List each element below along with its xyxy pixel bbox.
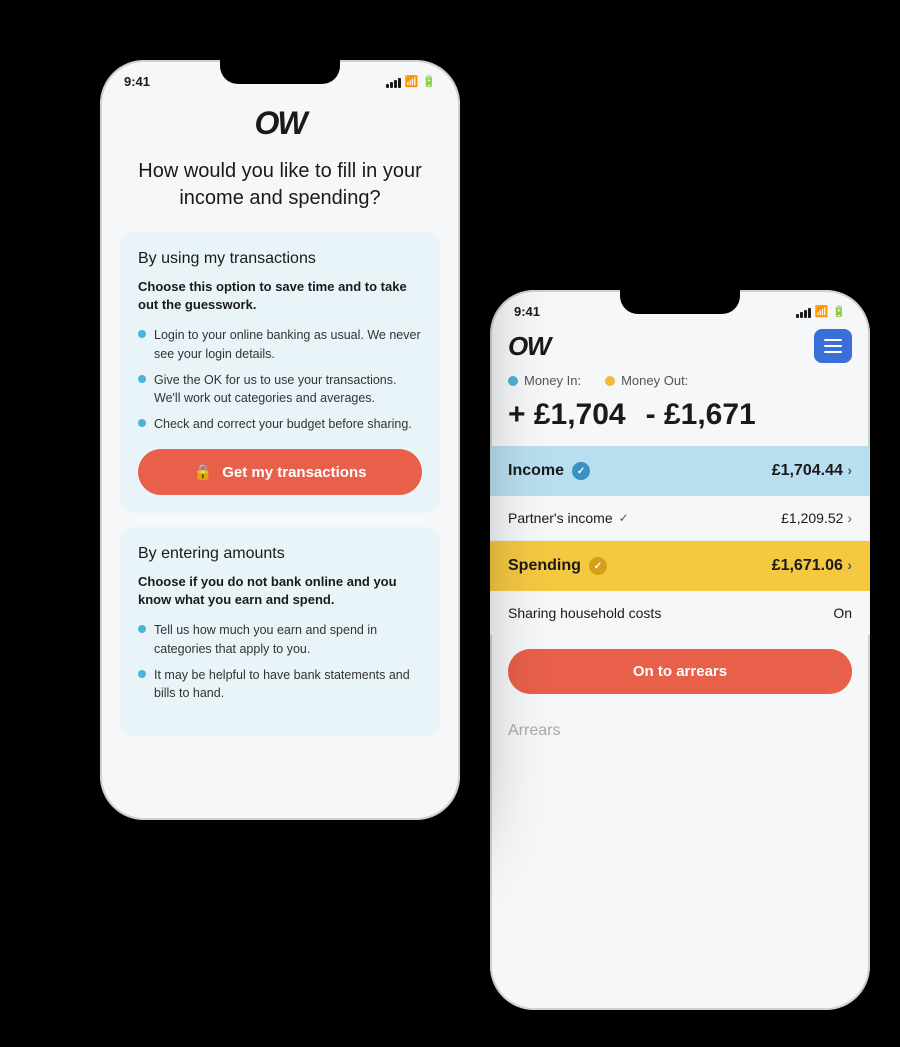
phone2-header: OW (490, 319, 870, 373)
spending-left: Spending ✓ (508, 557, 607, 575)
check-icon: ✓ (572, 462, 590, 480)
money-labels: Money In: Money Out: (490, 373, 870, 394)
list-item: Tell us how much you earn and spend in c… (138, 621, 422, 657)
sharing-household-row[interactable]: Sharing household costs On (490, 591, 870, 635)
money-out-label: Money Out: (605, 373, 688, 388)
phone2-time: 9:41 (514, 304, 540, 319)
money-amounts: + £1,704 - £1,671 (490, 394, 870, 446)
partner-label-group: Partner's income ✓ (508, 510, 629, 526)
chevron-right-icon: › (847, 510, 852, 526)
option1-bullet-list: Login to your online banking as usual. W… (138, 326, 422, 433)
bullet-dot-icon (138, 330, 146, 338)
option1-title: By using my transactions (138, 250, 422, 268)
hamburger-line (824, 345, 842, 347)
spending-amount: £1,671.06 › (772, 557, 852, 575)
partner-amount: £1,209.52 › (781, 510, 852, 526)
on-to-arrears-button[interactable]: On to arrears (508, 649, 852, 694)
app-logo2: OW (508, 331, 550, 362)
app-logo: OW (120, 105, 440, 142)
spending-section: Spending ✓ £1,671.06 › (490, 541, 870, 591)
phone2: 9:41 📶 🔋 OW Money In: Money Out: (490, 290, 870, 1010)
list-item: Give the OK for us to use your transacti… (138, 371, 422, 407)
option-transactions-card: By using my transactions Choose this opt… (120, 232, 440, 513)
income-label: Income (508, 462, 564, 480)
wifi-icon: 📶 (815, 305, 829, 318)
phone1-time: 9:41 (124, 74, 150, 89)
bullet-dot-icon (138, 670, 146, 678)
option1-subtitle: Choose this option to save time and to t… (138, 278, 422, 314)
money-in-label: Money In: (508, 373, 581, 388)
phone2-status-icons: 📶 🔋 (796, 305, 846, 318)
partner-label: Partner's income (508, 510, 613, 526)
signal-icon (796, 306, 811, 318)
chevron-right-icon: › (847, 557, 852, 573)
phone1-status-icons: 📶 🔋 (386, 75, 436, 88)
option2-bullet-list: Tell us how much you earn and spend in c… (138, 621, 422, 702)
check-icon-yellow: ✓ (589, 557, 607, 575)
signal-icon (386, 76, 401, 88)
spending-label: Spending (508, 557, 581, 575)
money-out-dot (605, 376, 615, 386)
bullet-dot-icon (138, 375, 146, 383)
income-section: Income ✓ £1,704.44 › (490, 446, 870, 496)
check-small-icon: ✓ (619, 511, 629, 525)
hamburger-line (824, 351, 842, 353)
amount-in: + £1,704 (508, 398, 626, 432)
amount-out: - £1,671 (646, 398, 756, 432)
hamburger-line (824, 339, 842, 341)
list-item: It may be helpful to have bank statement… (138, 666, 422, 702)
bullet-dot-icon (138, 625, 146, 633)
income-amount: £1,704.44 › (772, 462, 852, 480)
chevron-right-icon: › (847, 462, 852, 478)
phone1-content: OW How would you like to fill in your in… (100, 89, 460, 770)
wifi-icon: 📶 (405, 75, 419, 88)
partner-income-row[interactable]: Partner's income ✓ £1,209.52 › (490, 496, 870, 541)
list-item: Login to your online banking as usual. W… (138, 326, 422, 362)
sharing-label: Sharing household costs (508, 605, 661, 621)
battery-icon: 🔋 (422, 75, 436, 88)
phone1: 9:41 📶 🔋 OW How would you like to fill i… (100, 60, 460, 820)
menu-button[interactable] (814, 329, 852, 363)
bullet-dot-icon (138, 419, 146, 427)
option-amounts-card: By entering amounts Choose if you do not… (120, 527, 440, 736)
sharing-status: On (833, 605, 852, 621)
page-title: How would you like to fill in your incom… (120, 158, 440, 212)
spending-row[interactable]: Spending ✓ £1,671.06 › (508, 557, 852, 575)
income-row[interactable]: Income ✓ £1,704.44 › (508, 462, 852, 480)
arrears-label: Arrears (490, 708, 870, 754)
option2-title: By entering amounts (138, 545, 422, 563)
income-left: Income ✓ (508, 462, 590, 480)
lock-icon: 🔒 (194, 463, 213, 481)
get-transactions-button[interactable]: 🔒 Get my transactions (138, 449, 422, 495)
phone2-notch (620, 290, 740, 314)
battery-icon: 🔋 (832, 305, 846, 318)
option2-subtitle: Choose if you do not bank online and you… (138, 573, 422, 609)
phone1-notch (220, 60, 340, 84)
money-in-dot (508, 376, 518, 386)
list-item: Check and correct your budget before sha… (138, 415, 422, 433)
